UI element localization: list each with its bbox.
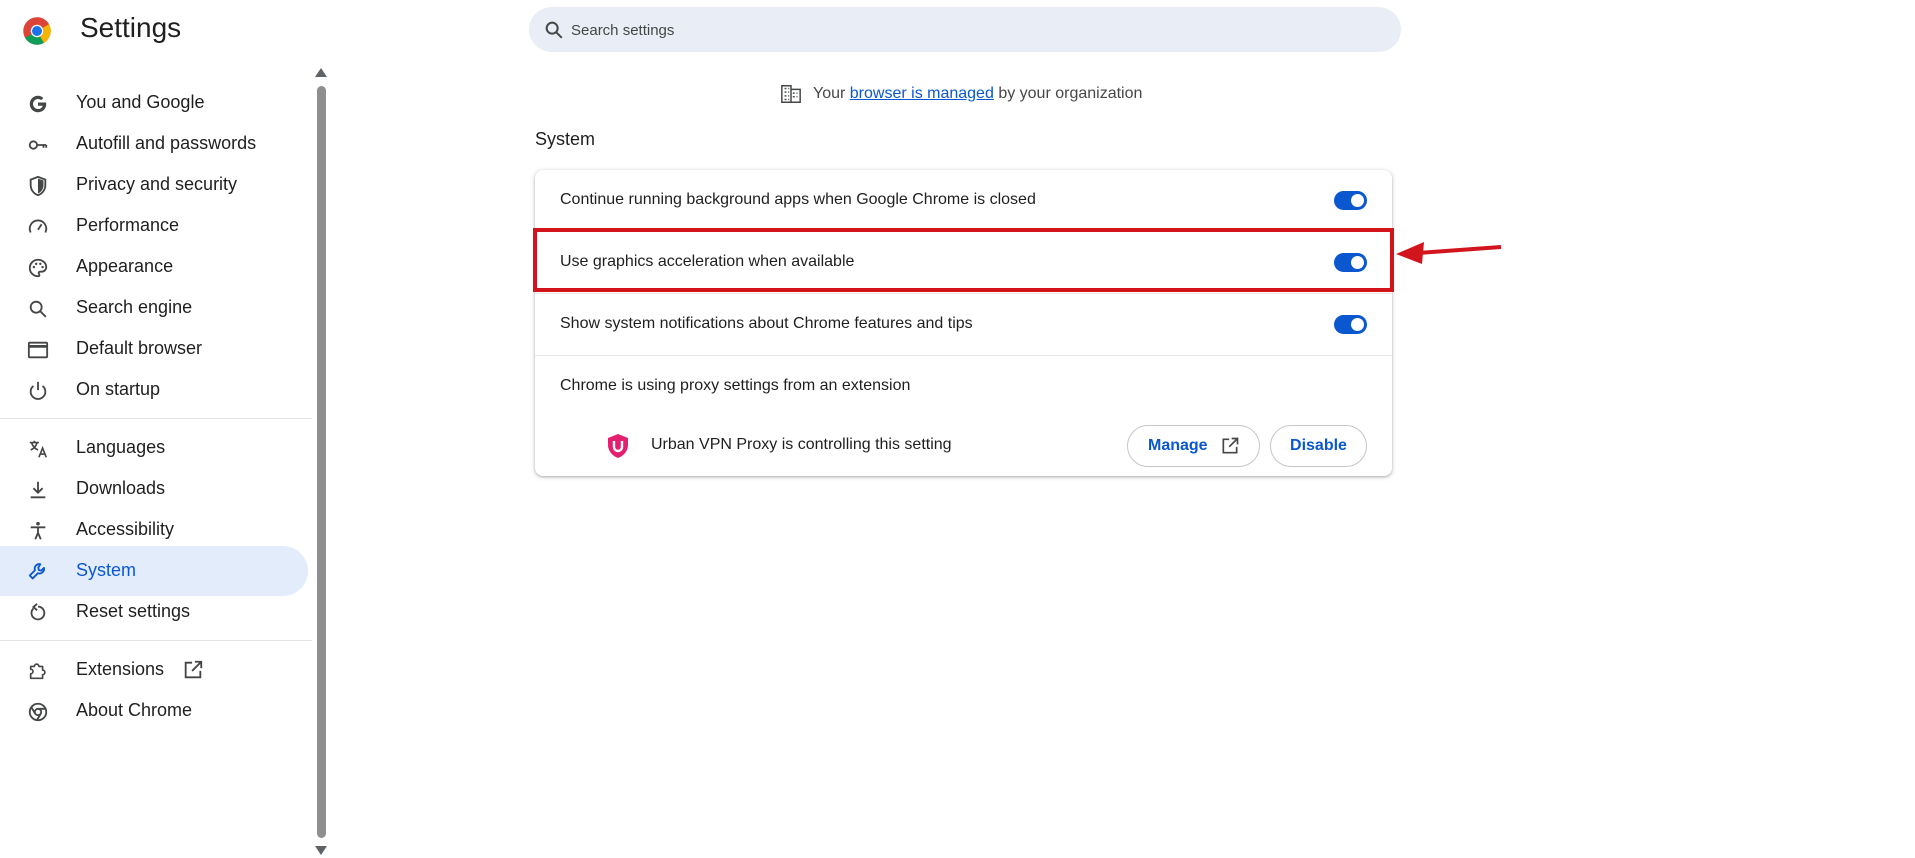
search-icon bbox=[29, 300, 47, 318]
search-input[interactable] bbox=[569, 15, 1373, 45]
speedometer-icon bbox=[28, 219, 48, 233]
proxy-label: Chrome is using proxy settings from an e… bbox=[560, 377, 911, 394]
sidebar-item-label: Privacy and security bbox=[76, 174, 238, 194]
scroll-down-arrow[interactable] bbox=[315, 846, 327, 855]
app-title: Settings bbox=[80, 12, 182, 43]
sidebar-item-reset-settings[interactable]: Reset settings bbox=[0, 587, 308, 637]
accessibility-icon bbox=[30, 521, 46, 540]
urban-vpn-extension-icon bbox=[608, 434, 628, 458]
toggle-knob bbox=[1351, 318, 1364, 331]
setting-row-background-apps[interactable]: Continue running background apps when Go… bbox=[535, 170, 1392, 231]
google-g-icon bbox=[29, 95, 47, 113]
sidebar-item-label: Reset settings bbox=[76, 601, 191, 621]
setting-label: Continue running background apps when Go… bbox=[560, 191, 1036, 208]
toggle-knob bbox=[1351, 194, 1364, 207]
disable-extension-button[interactable]: Disable bbox=[1270, 425, 1367, 467]
puzzle-icon bbox=[29, 663, 46, 680]
power-icon bbox=[29, 381, 47, 400]
open-in-new-icon bbox=[184, 660, 203, 679]
sidebar-scrollbar-thumb[interactable] bbox=[317, 86, 326, 838]
sidebar-item-label: Extensions bbox=[76, 659, 165, 679]
extension-control-row: Urban VPN Proxy is controlling this sett… bbox=[535, 415, 1392, 476]
sidebar-item-label: You and Google bbox=[76, 92, 205, 112]
extension-control-text: Urban VPN Proxy is controlling this sett… bbox=[651, 436, 952, 453]
setting-row-system-notifications[interactable]: Show system notifications about Chrome f… bbox=[535, 294, 1392, 355]
sidebar-item-label: Downloads bbox=[76, 478, 166, 498]
sidebar-divider bbox=[0, 418, 312, 419]
system-settings-card: Continue running background apps when Go… bbox=[535, 170, 1392, 476]
managed-prefix: Your bbox=[813, 85, 846, 102]
chrome-logo bbox=[23, 17, 51, 45]
setting-label: Show system notifications about Chrome f… bbox=[560, 315, 973, 332]
key-icon bbox=[28, 140, 48, 150]
sidebar-item-about-chrome[interactable]: About Chrome bbox=[0, 686, 308, 736]
building-icon bbox=[781, 85, 801, 103]
sidebar-item-label: Accessibility bbox=[76, 519, 175, 539]
background-apps-toggle[interactable] bbox=[1334, 191, 1367, 210]
disable-button-label: Disable bbox=[1290, 437, 1347, 454]
scroll-up-arrow[interactable] bbox=[315, 68, 327, 77]
browser-window-icon bbox=[27, 341, 49, 359]
sidebar-item-label: Autofill and passwords bbox=[76, 133, 257, 153]
system-notifications-toggle[interactable] bbox=[1334, 315, 1367, 334]
wrench-icon bbox=[28, 563, 45, 580]
browser-managed-link[interactable]: browser is managed bbox=[850, 85, 994, 102]
sidebar-item-label: Languages bbox=[76, 437, 166, 457]
manage-button-label: Manage bbox=[1148, 437, 1208, 454]
sidebar-item-label: Search engine bbox=[76, 297, 193, 317]
sidebar-item-label: Default browser bbox=[76, 338, 203, 358]
sidebar-item-label: System bbox=[76, 560, 137, 580]
reset-icon bbox=[30, 603, 46, 621]
manage-extension-button[interactable]: Manage bbox=[1127, 425, 1260, 467]
open-in-new-icon bbox=[1222, 437, 1239, 454]
sidebar-item-on-startup[interactable]: On startup bbox=[0, 365, 308, 415]
search-bar[interactable] bbox=[529, 7, 1401, 52]
annotation-highlight-box bbox=[533, 228, 1394, 292]
chrome-icon bbox=[28, 702, 48, 722]
annotation-arrow-icon bbox=[1396, 242, 1502, 264]
palette-icon bbox=[28, 258, 48, 278]
shield-icon bbox=[29, 175, 47, 197]
sidebar-item-label: On startup bbox=[76, 379, 161, 399]
search-icon bbox=[545, 21, 563, 39]
sidebar-divider bbox=[0, 640, 312, 641]
section-title: System bbox=[535, 129, 596, 149]
sidebar-item-label: About Chrome bbox=[76, 700, 193, 720]
download-icon bbox=[30, 481, 46, 499]
sidebar-item-label: Performance bbox=[76, 215, 180, 235]
setting-row-proxy: Chrome is using proxy settings from an e… bbox=[535, 356, 1392, 417]
translate-icon bbox=[29, 440, 48, 458]
sidebar-item-label: Appearance bbox=[76, 256, 174, 276]
managed-suffix: by your organization bbox=[998, 85, 1143, 102]
